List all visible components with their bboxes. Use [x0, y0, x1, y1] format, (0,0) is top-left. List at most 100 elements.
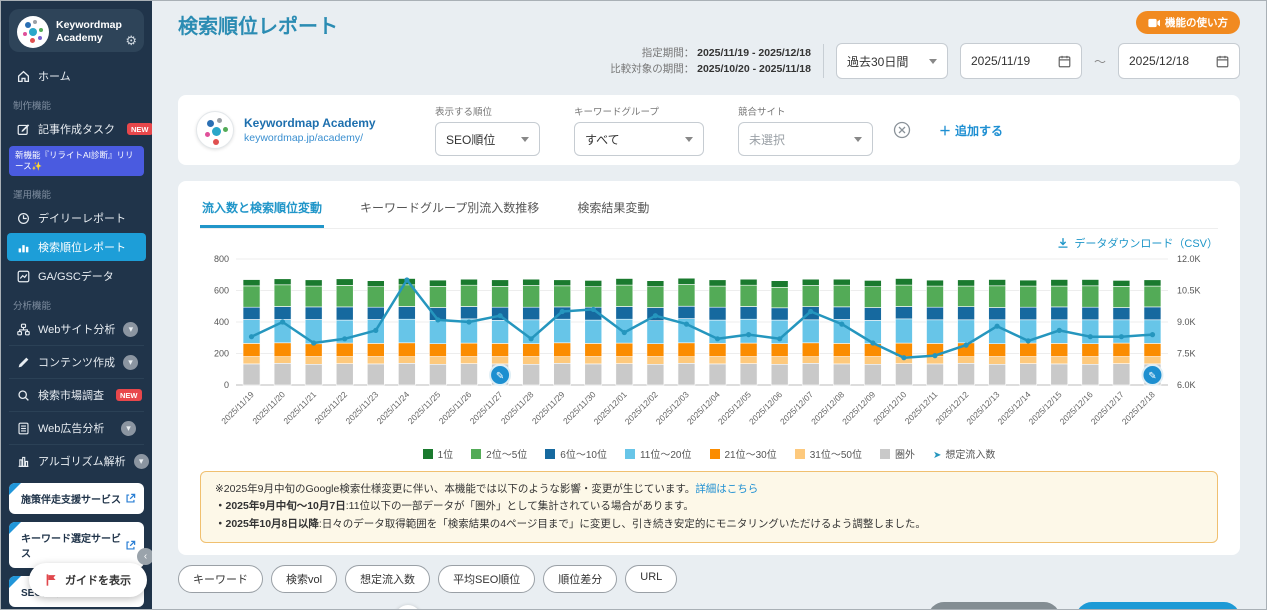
sidebar-item-market-research[interactable]: 検索市場調査 NEW ▾: [7, 381, 146, 409]
svg-text:9.0K: 9.0K: [1177, 317, 1196, 327]
date-from-input[interactable]: 2025/11/19: [960, 43, 1082, 79]
flag-icon: [45, 573, 58, 587]
columns-chart-icon: [17, 455, 30, 468]
sidebar-item-daily-report[interactable]: デイリーレポート: [7, 204, 146, 232]
chip-est-traffic[interactable]: 想定流入数: [345, 565, 430, 593]
sidebar: Keywordmap Academy ⚙ ホーム 制作機能 記事作成タスク NE…: [1, 1, 152, 609]
legend-item[interactable]: 2位〜5位: [471, 446, 527, 461]
chip-rank-diff[interactable]: 順位差分: [543, 565, 617, 593]
sidebar-item-web-analysis[interactable]: Webサイト分析 ▾: [7, 315, 146, 343]
annotation-pencil-icon: ✎: [490, 365, 510, 385]
svg-text:200: 200: [214, 349, 229, 359]
site-avatar: [196, 111, 234, 149]
sidebar-item-algorithm[interactable]: アルゴリズム解析 ▾: [7, 447, 146, 475]
service-button-keyword-selection[interactable]: キーワード選定サービス: [9, 522, 144, 568]
svg-text:600: 600: [214, 286, 229, 296]
chevron-down-icon[interactable]: ▾: [123, 322, 138, 337]
compose-icon: [17, 123, 30, 136]
keywordmap-logo: [17, 16, 49, 48]
chevron-down-icon[interactable]: ▾: [123, 355, 138, 370]
page-button-27[interactable]: 27: [575, 605, 601, 609]
page-title: 検索順位レポート: [178, 1, 1240, 39]
tab-serp-change[interactable]: 検索結果変動: [575, 191, 651, 228]
chart-csv-download-link[interactable]: データダウンロード（CSV）: [1057, 235, 1218, 251]
external-link-icon: [125, 540, 136, 551]
external-link-icon: [125, 493, 136, 504]
chip-search-vol[interactable]: 検索vol: [271, 565, 337, 593]
tilde-separator: ～: [1094, 53, 1106, 70]
home-icon: [17, 70, 30, 83]
sidebar-item-article-task[interactable]: 記事作成タスク NEW: [7, 115, 146, 143]
svg-text:7.5K: 7.5K: [1177, 349, 1196, 359]
tab-traffic-rank[interactable]: 流入数と検索順位変動: [200, 191, 324, 228]
release-notice-banner[interactable]: 新機能『リライトAI診断』リリース✨: [9, 146, 144, 176]
page-button-2[interactable]: 2: [425, 605, 451, 609]
chevron-down-icon[interactable]: ▾: [121, 421, 136, 436]
sidebar-section-analysis: 分析機能: [1, 291, 152, 314]
brand-name: Keywordmap Academy: [56, 19, 136, 45]
pager: ‹ 1 2 3 4 5 ... 27 ›: [365, 605, 631, 609]
bar-chart-icon: [17, 241, 30, 254]
annotation-pencil-icon: ✎: [1142, 365, 1162, 385]
page-button-5[interactable]: 5: [515, 605, 541, 609]
legend-item[interactable]: 1位: [423, 446, 454, 461]
sidebar-item-rank-report[interactable]: 検索順位レポート: [7, 233, 146, 261]
prev-page-button[interactable]: ‹: [365, 605, 391, 609]
keyword-group-select[interactable]: すべて: [574, 122, 704, 156]
sidebar-item-content-create[interactable]: コンテンツ作成 ▾: [7, 348, 146, 376]
legend-item[interactable]: 31位〜50位: [795, 446, 862, 461]
page-ellipsis: ...: [545, 605, 571, 609]
sidebar-item-home[interactable]: ホーム: [7, 62, 146, 90]
group-select-label: キーワードグループ: [574, 104, 704, 118]
svg-text:2025/12/18: 2025/12/18: [1120, 389, 1157, 426]
compare-value: 2025/10/20 - 2025/11/18: [697, 63, 811, 75]
add-keyword-button[interactable]: ＋ キーワードを追加する: [1076, 602, 1241, 609]
search-icon: [17, 389, 30, 402]
new-badge: NEW: [116, 389, 142, 401]
chevron-down-icon: [854, 137, 862, 142]
tab-group-traffic[interactable]: キーワードグループ別流入数推移: [358, 191, 541, 228]
chevron-down-icon[interactable]: ▾: [134, 454, 149, 469]
legend-item[interactable]: 21位〜30位: [710, 446, 777, 461]
pencil-icon: [17, 356, 30, 369]
rank-select[interactable]: SEO順位: [435, 122, 540, 156]
site-filter-card: Keywordmap Academy keywordmap.jp/academy…: [178, 95, 1240, 165]
add-competitor-link[interactable]: ＋ 追加する: [939, 122, 1003, 139]
details-link[interactable]: 詳細はこちら: [695, 483, 758, 495]
collapse-chevron-icon[interactable]: ‹: [137, 548, 152, 565]
rank-stacked-chart[interactable]: 06.0K2007.5K4009.0K60010.5K80012.0K2025/…: [200, 251, 1218, 448]
brand-card[interactable]: Keywordmap Academy ⚙: [9, 9, 144, 52]
select-columns-button[interactable]: ⚙ 表示する列を選択: [928, 602, 1060, 609]
legend-item[interactable]: 6位〜10位: [545, 446, 607, 461]
service-button-support[interactable]: 施策伴走支援サービス: [9, 483, 144, 514]
legend-item[interactable]: 圏外: [880, 446, 915, 461]
site-url-link[interactable]: keywordmap.jp/academy/: [244, 132, 376, 144]
date-to-input[interactable]: 2025/12/18: [1118, 43, 1240, 79]
new-badge: NEW: [127, 123, 152, 135]
legend-item-line[interactable]: ➤想定流入数: [933, 446, 995, 461]
chip-avg-seo-rank[interactable]: 平均SEO順位: [438, 565, 535, 593]
sidebar-item-ga-gsc[interactable]: GA/GSCデータ: [7, 262, 146, 290]
svg-text:10.5K: 10.5K: [1177, 286, 1201, 296]
page-button-4[interactable]: 4: [485, 605, 511, 609]
chip-keyword[interactable]: キーワード: [178, 565, 263, 593]
sidebar-item-ad-analysis[interactable]: Web広告分析 ▾: [7, 414, 146, 442]
range-preset-select[interactable]: 過去30日間: [836, 43, 948, 79]
sitemap-icon: [17, 323, 30, 336]
main-content: 検索順位レポート 機能の使い方 指定期間： 2025/11/19 - 2025/…: [152, 1, 1266, 609]
calendar-icon: [1058, 55, 1071, 68]
clear-competitor-icon[interactable]: [893, 121, 911, 139]
next-page-button[interactable]: ›: [605, 605, 631, 609]
line-chart-icon: [17, 270, 30, 283]
chip-url[interactable]: URL: [625, 565, 677, 593]
svg-text:6.0K: 6.0K: [1177, 380, 1196, 390]
page-button-3[interactable]: 3: [455, 605, 481, 609]
howto-badge[interactable]: 機能の使い方: [1136, 11, 1240, 34]
page-button-1[interactable]: 1: [395, 605, 421, 609]
legend-item[interactable]: 11位〜20位: [625, 446, 692, 461]
show-guide-button[interactable]: ガイドを表示: [29, 563, 147, 597]
chart-tabs: 流入数と検索順位変動 キーワードグループ別流入数推移 検索結果変動: [200, 191, 1218, 229]
chevron-down-icon: [929, 59, 937, 64]
settings-gear-icon[interactable]: ⚙: [125, 33, 137, 49]
competitor-select[interactable]: 未選択: [738, 122, 873, 156]
